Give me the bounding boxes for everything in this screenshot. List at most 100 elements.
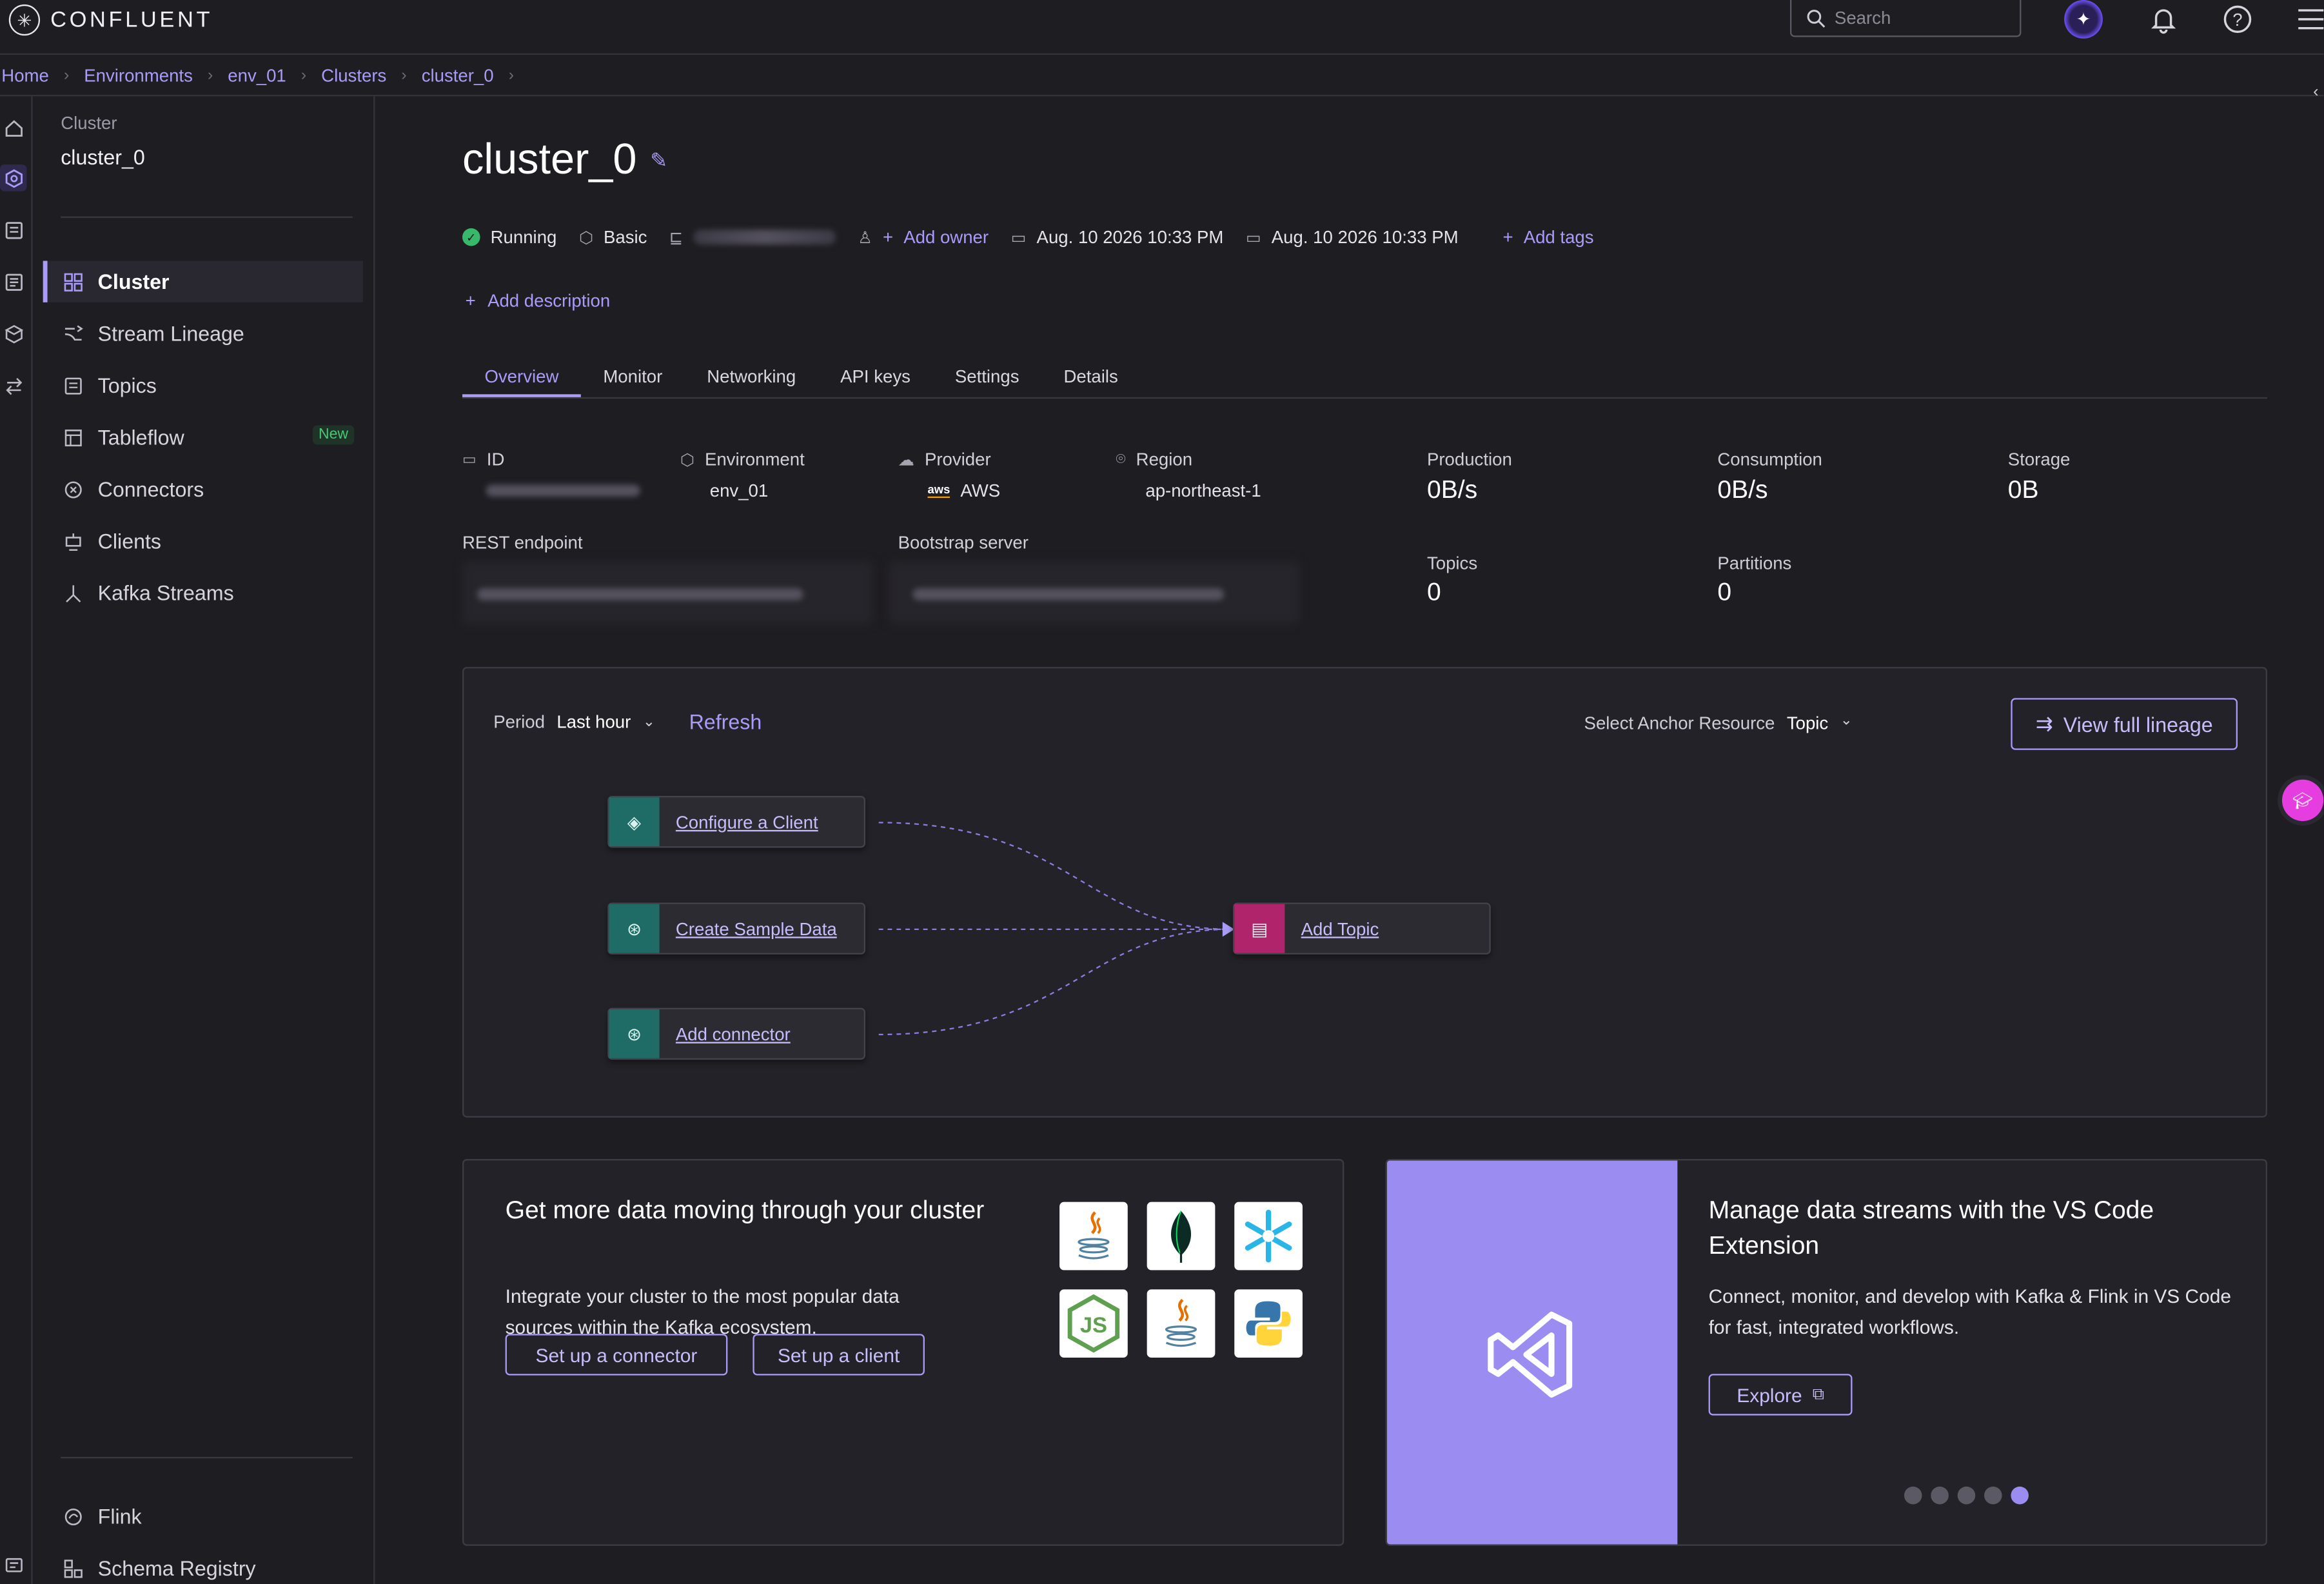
aws-logo: aws [927,483,950,497]
tab-api-keys[interactable]: API keys [818,357,933,397]
storage-label: Storage [2007,449,2071,470]
edit-icon[interactable]: ✎ [650,148,667,173]
menu-button[interactable] [2294,3,2324,36]
anchor-value: Topic [1786,713,1829,734]
period-selector[interactable]: Period Last hour ⌄ [493,711,655,732]
id-redacted [486,484,640,497]
data-portal-icon[interactable] [0,217,26,243]
anchor-resource-selector[interactable]: Select Anchor Resource Topic ⌄ [1584,713,1853,733]
vscode-extension-card: Manage data streams with the VS Code Ext… [1385,1159,2267,1546]
lineage-node-configure-client[interactable]: ◈ Configure a Client [607,796,866,848]
sidebar-item-label: Clients [97,529,162,553]
help-button[interactable]: ? [2221,3,2254,36]
carousel-dot-active[interactable] [2011,1486,2029,1505]
grid-icon [63,272,83,292]
help-icon: ? [2223,5,2252,34]
breadcrumb-environments[interactable]: Environments [84,64,193,85]
sidebar-item-stream-lineage[interactable]: Stream Lineage [43,313,363,354]
chevron-right-icon: › [207,66,213,84]
confluent-logo[interactable]: ✳ CONFLUENT [8,4,213,36]
breadcrumb-cluster[interactable]: cluster_0 [422,64,494,85]
tab-monitor[interactable]: Monitor [581,357,685,397]
environment-label: ⬡ Environment [680,449,805,470]
lineage-node-create-sample-data[interactable]: ⊛ Create Sample Data [607,902,866,955]
check-circle-icon: ✓ [462,228,480,246]
tab-details[interactable]: Details [1041,357,1140,397]
tableflow-icon [63,427,83,448]
flink-icon [63,1506,83,1527]
sidebar-item-connectors[interactable]: Connectors [43,468,363,510]
top-bar: ✳ CONFLUENT Search ✦ ? [0,0,2324,55]
sidebar-item-label: Cluster [97,270,170,294]
sidebar-item-label: Schema Registry [97,1556,256,1580]
kafka-streams-icon [63,582,83,603]
tab-overview[interactable]: Overview [462,357,581,397]
add-owner-link[interactable]: ♙ + Add owner [858,227,989,248]
setup-client-button[interactable]: Set up a client [753,1334,925,1376]
carousel-dot[interactable] [1957,1486,1976,1505]
carousel-dot[interactable] [1931,1486,1949,1505]
id-icon: ⊑ [669,229,684,247]
sidebar-item-schema-registry[interactable]: Schema Registry [43,1547,363,1584]
learning-center-button[interactable]: 🎓︎ [2281,779,2324,822]
docs-icon[interactable] [0,1552,26,1578]
tab-networking[interactable]: Networking [685,357,818,397]
notifications-button[interactable] [2147,3,2180,36]
plus-icon: + [1502,226,1513,248]
cluster-type: ⬡ Basic [579,227,647,248]
environment-link[interactable]: env_01 [710,480,768,501]
lineage-icon [63,323,83,344]
cube-icon: ⬡ [578,229,593,247]
breadcrumb-clusters[interactable]: Clusters [321,64,386,85]
breadcrumb: Home › Environments › env_01 › Clusters … [0,55,2324,97]
cloud-icon: ☁ [898,451,914,470]
logo-text: CONFLUENT [50,7,213,33]
bootstrap-server-label: Bootstrap server [898,531,1029,553]
created-date-text: Aug. 10 2026 10:33 PM [1036,226,1224,248]
sidebar-divider [61,216,353,218]
sidebar-item-flink[interactable]: Flink [43,1496,363,1537]
global-nav-rail [0,96,33,1584]
tab-settings[interactable]: Settings [932,357,1041,397]
lineage-node-add-topic[interactable]: ▤ Add Topic [1232,902,1491,955]
sidebar-item-cluster[interactable]: Cluster [43,261,364,302]
integrations-icon[interactable] [0,320,26,346]
sidebar-item-kafka-streams[interactable]: Kafka Streams [43,572,363,613]
view-full-lineage-button[interactable]: ⇉ View full lineage [2011,698,2238,750]
mongodb-logo [1147,1202,1216,1271]
hamburger-icon [2298,9,2324,30]
add-tags-link[interactable]: + Add tags [1502,227,1593,248]
topics-label: Topics [1426,553,1478,574]
home-icon[interactable] [0,114,26,141]
node-label: Create Sample Data [675,918,837,939]
id-label: ▭ ID [462,449,504,470]
transfer-icon[interactable] [0,372,26,399]
search-input[interactable]: Search [1789,0,2022,37]
chevron-right-icon: › [63,66,70,84]
breadcrumb-env[interactable]: env_01 [228,64,286,85]
carousel-dot[interactable] [1904,1486,1922,1505]
add-description-link[interactable]: + Add description [466,290,611,311]
sidebar-item-label: Tableflow [97,425,184,450]
lineage-node-add-connector[interactable]: ⊛ Add connector [607,1007,866,1060]
cluster-id-redacted: ⊑ [669,228,836,247]
sidebar-item-topics[interactable]: Topics [43,364,363,406]
partitions-label: Partitions [1717,553,1792,574]
id-icon: ▭ [462,451,477,468]
sidebar-item-clients[interactable]: Clients [43,520,363,562]
page-title: cluster_0 ✎ [462,136,667,185]
sidebar-item-tableflow[interactable]: Tableflow New [43,417,363,458]
refresh-link[interactable]: Refresh [689,710,762,734]
environments-icon[interactable] [0,164,27,192]
collapse-panel-icon[interactable]: ‹ [2313,83,2318,101]
ai-assistant-button[interactable]: ✦ [2064,0,2103,39]
provider-value-text: AWS [960,480,1001,501]
cluster-type-text: Basic [604,226,647,248]
explore-button[interactable]: Explore ⧉ [1708,1374,1853,1416]
setup-connector-button[interactable]: Set up a connector [505,1334,728,1376]
carousel-dot[interactable] [1984,1486,2002,1505]
lineage-panel: Period Last hour ⌄ Refresh Select Anchor… [462,667,2267,1118]
stream-catalog-icon[interactable] [0,268,26,295]
breadcrumb-home[interactable]: Home [1,64,49,85]
sidebar-divider [61,1456,353,1459]
